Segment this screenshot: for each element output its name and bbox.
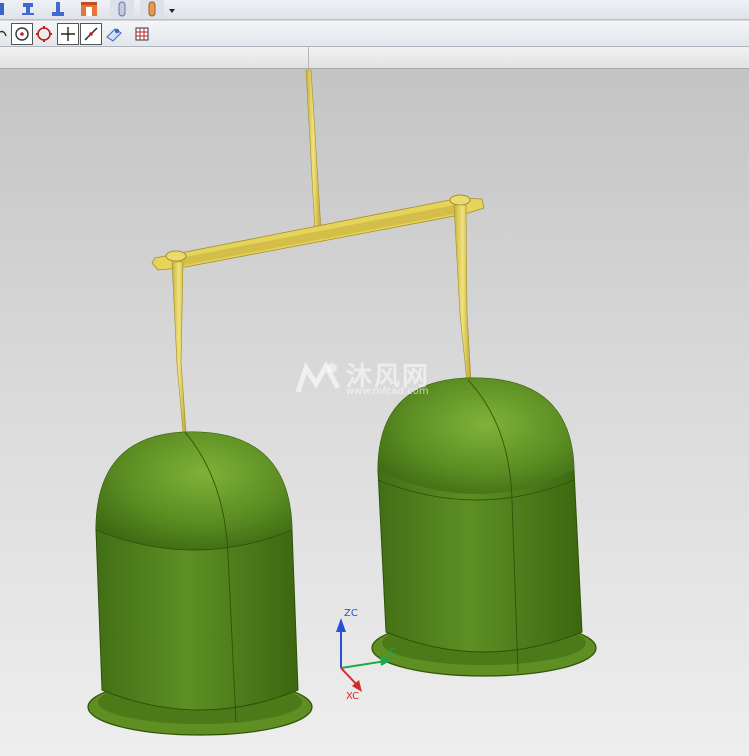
axis-z-label: ZC — [344, 608, 358, 619]
crossbar-face — [180, 204, 465, 266]
left-pivot[interactable] — [165, 250, 187, 262]
axis-y-label: C — [389, 647, 396, 658]
graphics-viewport[interactable]: 沐风网 www.mfcad.com ZC C XC — [0, 69, 749, 756]
model-scene[interactable] — [0, 69, 749, 756]
edge-icon[interactable] — [0, 0, 8, 18]
right-pivot[interactable] — [449, 194, 471, 206]
left-hanger-rod[interactable] — [171, 261, 187, 433]
top-toolbar — [0, 0, 749, 20]
plate-icon[interactable] — [48, 0, 68, 18]
line-point-icon[interactable] — [80, 23, 102, 45]
arc-icon[interactable] — [0, 25, 8, 43]
pin-icon[interactable] — [18, 0, 38, 18]
top-rod[interactable] — [305, 69, 322, 232]
left-bell[interactable] — [87, 431, 313, 736]
right-bell[interactable] — [371, 377, 597, 677]
snap-toolbar — [0, 21, 749, 47]
view-point-icon[interactable] — [104, 24, 124, 44]
house-icon[interactable] — [78, 0, 100, 18]
view-tab-strip — [0, 47, 749, 69]
watermark: 沐风网 www.mfcad.com — [294, 356, 464, 400]
dropdown-arrow-icon[interactable] — [166, 2, 178, 18]
intersection-point-icon[interactable] — [57, 23, 79, 45]
watermark-en-text: www.mfcad.com — [346, 386, 429, 397]
axis-x-label: XC — [346, 691, 360, 702]
quadrant-point-icon[interactable] — [34, 24, 54, 44]
grid-icon[interactable] — [133, 24, 151, 44]
cylinder-icon[interactable] — [140, 0, 164, 18]
strip-divider — [308, 47, 309, 69]
tube-icon[interactable] — [110, 0, 134, 18]
watermark-logo-icon — [295, 360, 341, 393]
center-point-icon[interactable] — [11, 23, 33, 45]
